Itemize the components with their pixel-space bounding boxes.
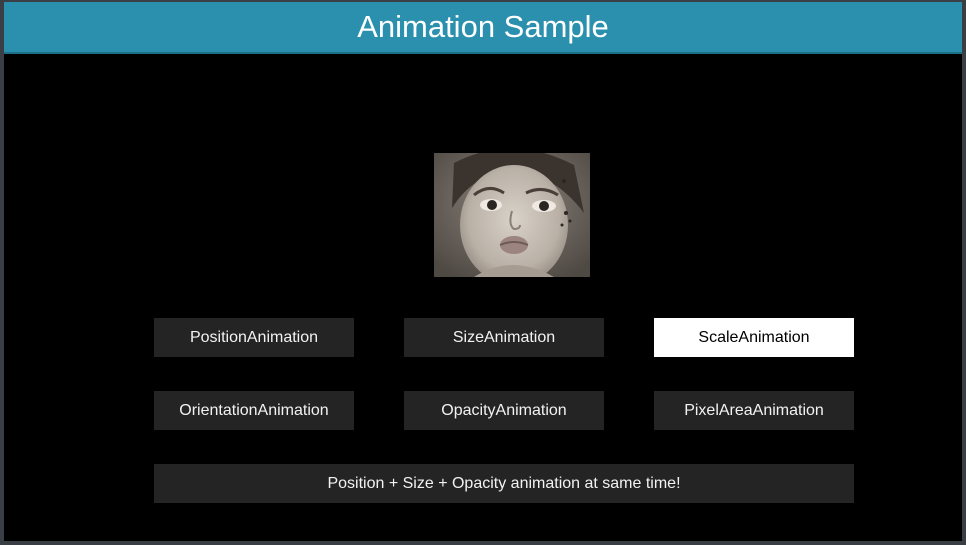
pixel-area-animation-button[interactable]: PixelAreaAnimation	[654, 391, 854, 430]
orientation-animation-button[interactable]: OrientationAnimation	[154, 391, 354, 430]
child-portrait-photo	[434, 153, 590, 277]
opacity-animation-button[interactable]: OpacityAnimation	[404, 391, 604, 430]
position-animation-button[interactable]: PositionAnimation	[154, 318, 354, 357]
child-portrait-image	[434, 153, 590, 277]
combined-animation-button[interactable]: Position + Size + Opacity animation at s…	[154, 464, 854, 503]
title-bar: Animation Sample	[4, 2, 962, 52]
title-divider	[4, 52, 962, 54]
app-title: Animation Sample	[357, 9, 609, 44]
scale-animation-button[interactable]: ScaleAnimation	[654, 318, 854, 357]
size-animation-button[interactable]: SizeAnimation	[404, 318, 604, 357]
app-window: Animation Sample PositionAnimation SizeA…	[0, 0, 966, 545]
